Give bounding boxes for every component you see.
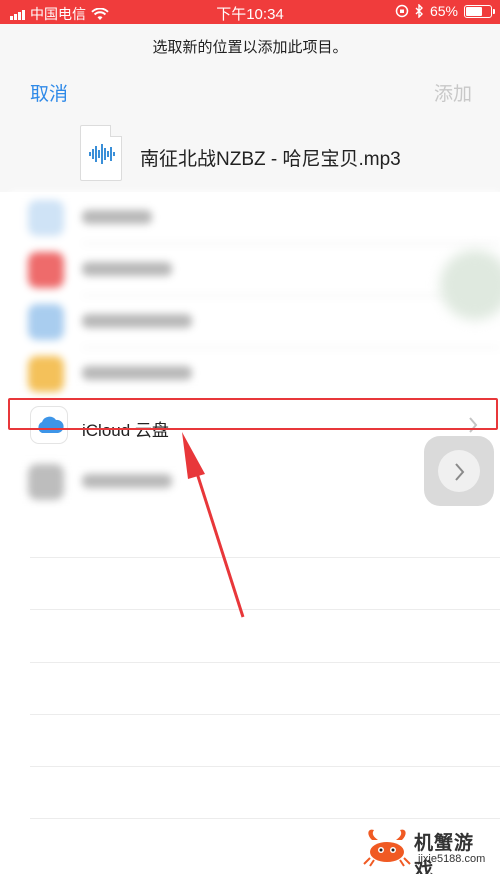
list-item[interactable] [10,244,500,296]
app-icon [28,356,64,392]
status-bar: 中国电信 下午10:34 65% [0,0,500,24]
list-item[interactable] [10,296,500,348]
assistive-touch-button[interactable] [424,436,494,506]
battery-icon [464,4,495,18]
list-item[interactable] [10,348,500,400]
blurred-label [82,210,152,224]
blurred-location-list [10,192,500,392]
file-name: 南征北战NZBZ - 哈尼宝贝.mp3 [140,149,401,170]
blurred-label [82,262,172,276]
sheet-prompt: 选取新的位置以添加此项目。 [152,39,348,56]
chevron-right-icon [455,463,465,481]
watermark-site: jixie5188.com [418,853,486,865]
app-icon [28,200,64,236]
crab-logo-icon [363,829,411,867]
blurred-label [82,314,192,328]
bluetooth-icon [415,4,423,18]
list-item[interactable] [10,192,500,244]
orientation-lock-icon [395,4,409,18]
watermark-brand: 机蟹游戏 [414,833,475,874]
audio-file-icon [80,125,122,181]
blurred-label [82,366,192,380]
watermark: 机蟹游戏 jixie5188.com [362,826,492,874]
battery-percent: 65% [429,3,458,19]
app-icon [28,304,64,340]
app-icon [28,252,64,288]
status-right: 65% [395,3,495,19]
annotation-highlight-box [8,398,498,430]
cancel-button[interactable]: 取消 [30,79,68,106]
add-button[interactable]: 添加 [434,79,472,106]
